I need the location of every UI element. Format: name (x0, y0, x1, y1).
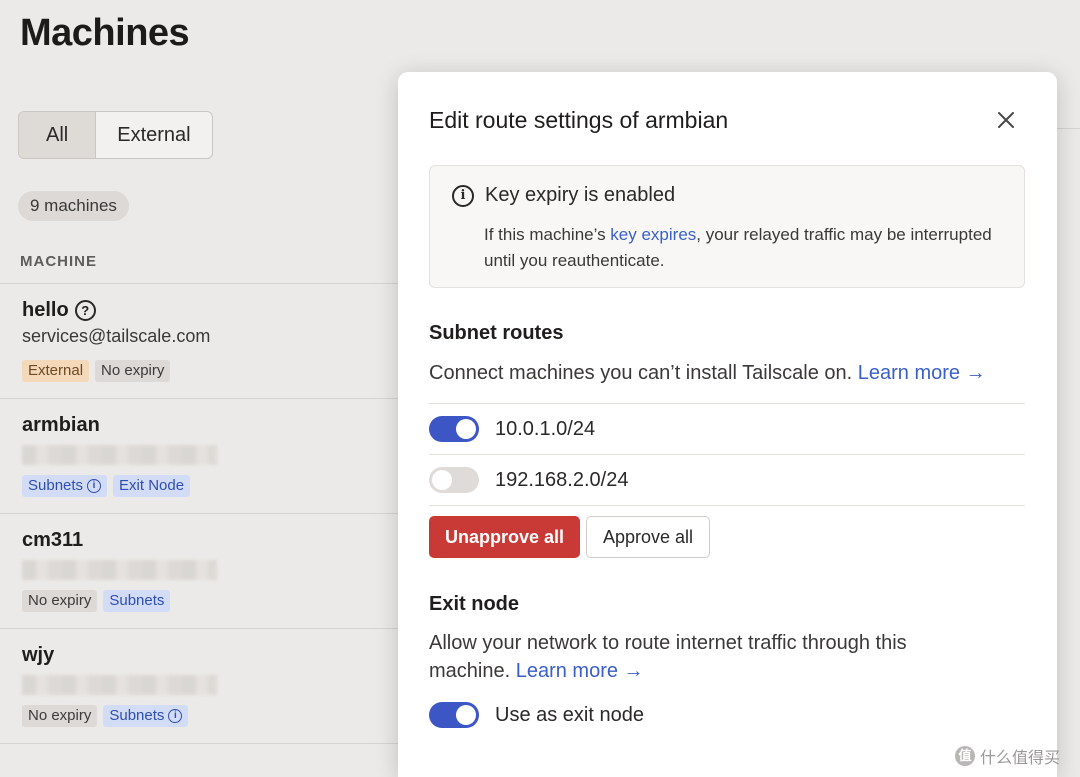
unapprove-all-button[interactable]: Unapprove all (429, 516, 581, 558)
route-cidr: 10.0.1.0/24 (495, 417, 596, 440)
page-title: Machines (20, 12, 190, 54)
info-icon: i (168, 709, 183, 723)
machine-tags: Subnets i Exit Node (22, 475, 191, 497)
tag-exit-node: Exit Node (113, 475, 191, 497)
alert-title: Key expiry is enabled (485, 184, 676, 206)
redacted-address (22, 675, 217, 695)
help-icon[interactable]: ? (74, 300, 96, 321)
tag-subnets: Subnets i (103, 705, 189, 727)
key-expires-link[interactable]: key expires (610, 225, 696, 244)
alert-body: If this machine’s key expires, your rela… (484, 222, 1004, 274)
machine-row-armbian[interactable]: armbian Subnets i Exit Node (0, 398, 420, 513)
machine-tags: External No expiry (22, 360, 171, 382)
toggle-knob (432, 470, 452, 490)
description-text: Connect machines you can’t install Tails… (429, 362, 853, 384)
filter-external-button[interactable]: External (96, 112, 211, 158)
route-toggle[interactable] (429, 416, 479, 442)
exit-node-toggle[interactable] (429, 702, 479, 728)
machine-list: hello ? services@tailscale.com External … (0, 283, 420, 744)
filter-all-button[interactable]: All (19, 112, 97, 158)
machine-column-header[interactable]: MACHINE (20, 253, 97, 270)
machine-name[interactable]: armbian (22, 414, 100, 437)
dialog-title: Edit route settings of armbian (429, 107, 729, 133)
smzdm-logo-icon: 值 (955, 746, 975, 766)
route-toggle[interactable] (429, 467, 479, 493)
toggle-knob (456, 419, 476, 439)
exit-node-option: Use as exit node (429, 702, 644, 728)
learn-more-link[interactable]: Learn more → (858, 362, 986, 384)
machine-owner: services@tailscale.com (22, 326, 211, 346)
machine-name[interactable]: wjy (22, 644, 54, 667)
tag-subnets: Subnets (103, 590, 171, 612)
tag-no-expiry: No expiry (95, 360, 171, 382)
approve-all-button[interactable]: Approve all (586, 516, 711, 558)
subnet-routes-description: Connect machines you can’t install Tails… (429, 359, 989, 387)
close-icon[interactable] (994, 108, 1018, 132)
machine-tags: No expiry Subnets (22, 590, 171, 612)
filter-tabs: All External (18, 111, 213, 159)
machine-tags: No expiry Subnets i (22, 705, 189, 727)
machine-name[interactable]: hello (22, 299, 69, 322)
divider (1056, 128, 1080, 129)
route-row: 192.168.2.0/24 (429, 454, 1025, 506)
tag-no-expiry: No expiry (22, 705, 98, 727)
machine-count-badge: 9 machines (18, 191, 129, 221)
info-icon: i (87, 479, 102, 493)
info-icon: i (452, 184, 474, 207)
redacted-address (22, 445, 217, 465)
machine-name-row: hello ? (22, 299, 96, 322)
tag-subnets: Subnets i (22, 475, 108, 497)
alert-text: If this machine’s (484, 225, 611, 244)
watermark-text: 什么值得买 (980, 750, 1061, 767)
route-settings-dialog: Edit route settings of armbian i Key exp… (398, 72, 1057, 777)
subnet-routes-heading: Subnet routes (429, 322, 564, 344)
route-row: 10.0.1.0/24 (429, 403, 1025, 454)
learn-more-link[interactable]: Learn more → (516, 660, 644, 682)
exit-node-label: Use as exit node (495, 703, 644, 726)
tag-label: Subnets (28, 477, 84, 494)
tag-no-expiry: No expiry (22, 590, 98, 612)
tag-external: External (22, 360, 90, 382)
tag-label: Subnets (109, 707, 165, 724)
exit-node-description: Allow your network to route internet tra… (429, 629, 969, 685)
machine-row-hello[interactable]: hello ? services@tailscale.com External … (0, 283, 420, 398)
description-text: Allow your network to route internet tra… (429, 632, 907, 682)
machine-name[interactable]: cm311 (22, 529, 83, 552)
toggle-knob (456, 705, 476, 725)
watermark: 值 什么值得买 (955, 744, 1060, 768)
exit-node-heading: Exit node (429, 593, 520, 615)
redacted-address (22, 560, 217, 580)
key-expiry-alert: i Key expiry is enabled If this machine’… (429, 165, 1025, 288)
alert-header: i Key expiry is enabled (452, 184, 675, 207)
route-cidr: 192.168.2.0/24 (495, 468, 629, 491)
machine-row-cm311[interactable]: cm311 No expiry Subnets (0, 513, 420, 628)
machine-row-wjy[interactable]: wjy No expiry Subnets i (0, 628, 420, 744)
